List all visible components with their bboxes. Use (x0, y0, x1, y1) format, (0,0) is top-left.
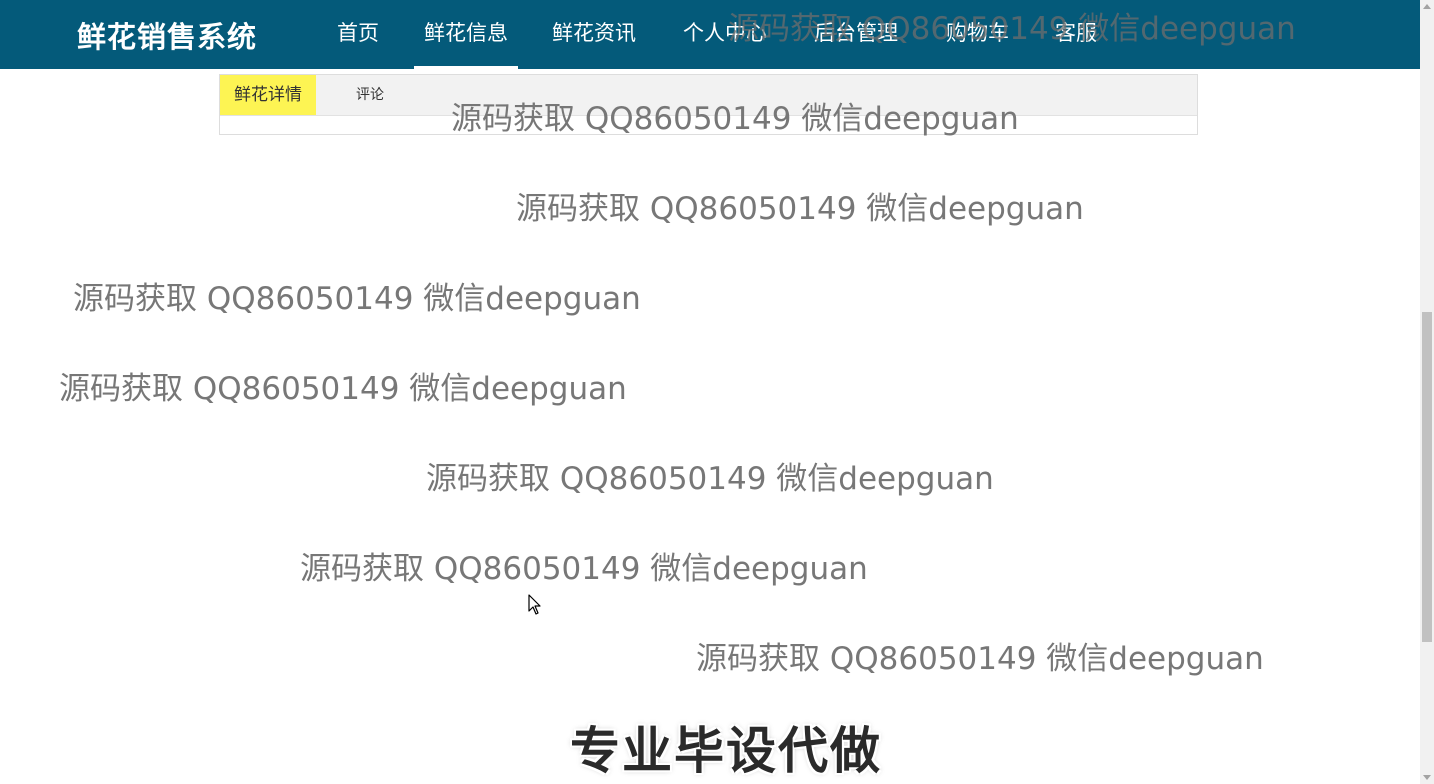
watermark-text: 源码获取 QQ86050149 微信deepguan (426, 461, 994, 497)
site-title: 鲜花销售系统 (77, 20, 258, 54)
scroll-down-arrow-icon[interactable] (1423, 775, 1431, 780)
nav-item-flower-info[interactable]: 鲜花信息 (414, 0, 518, 69)
watermark-text: 源码获取 QQ86050149 微信deepguan (696, 641, 1264, 677)
watermark-text: 源码获取 QQ86050149 微信deepguan (59, 371, 627, 407)
vertical-scrollbar[interactable] (1420, 0, 1434, 784)
watermark-text: 源码获取 QQ86050149 微信deepguan (516, 191, 1084, 227)
mouse-pointer-icon (528, 594, 542, 620)
scrollbar-thumb[interactable] (1422, 312, 1432, 642)
watermark-text: 源码获取 QQ86050149 微信deepguan (73, 281, 641, 317)
watermark-text: 源码获取 QQ86050149 微信deepguan (451, 101, 1019, 137)
promo-stamp-text: 专业毕设代做 (570, 722, 882, 780)
nav-item-flower-news[interactable]: 鲜花资讯 (552, 0, 636, 69)
tab-flower-details[interactable]: 鲜花详情 (220, 75, 316, 115)
watermark-text: 源码获取 QQ86050149 微信deepguan (728, 11, 1296, 47)
scroll-up-arrow-icon[interactable] (1423, 4, 1431, 9)
nav-item-home[interactable]: 首页 (337, 0, 379, 69)
watermark-text: 源码获取 QQ86050149 微信deepguan (300, 551, 868, 587)
tab-comments[interactable]: 评论 (342, 75, 398, 115)
